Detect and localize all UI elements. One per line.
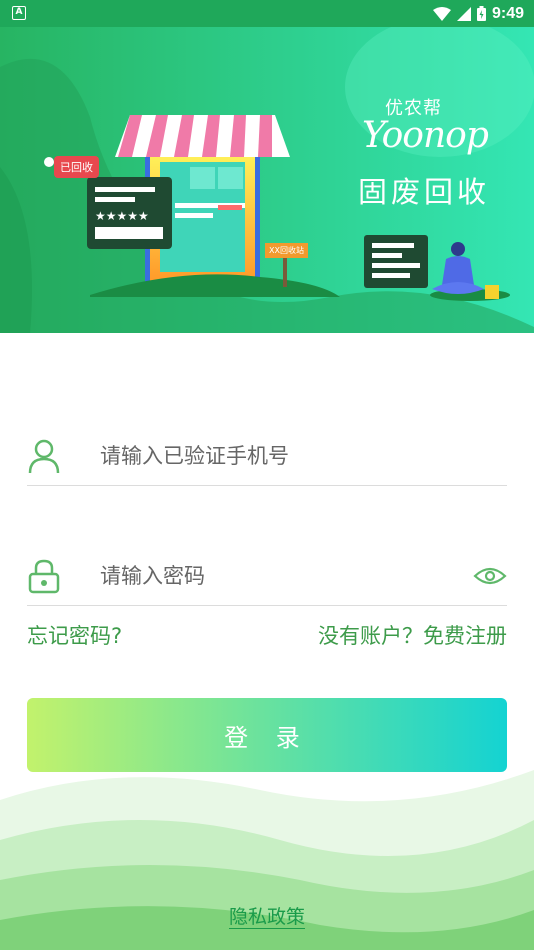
- privacy-policy-link[interactable]: 隐私政策: [228, 906, 305, 929]
- wifi-icon: [432, 6, 451, 21]
- user-icon: [28, 439, 60, 474]
- eye-icon[interactable]: [473, 566, 507, 586]
- phone-field: [27, 426, 507, 486]
- recycled-tag: 已回收: [54, 156, 99, 178]
- battery-icon: [476, 6, 486, 21]
- login-button[interactable]: 登 录: [27, 698, 507, 772]
- lock-icon: [28, 559, 60, 594]
- station-sign: XX回收站: [265, 243, 308, 258]
- privacy-policy: 隐私政策: [0, 902, 534, 929]
- phone-input[interactable]: [100, 436, 460, 476]
- status-bar: A 9:49: [0, 0, 534, 27]
- status-time: 9:49: [491, 4, 524, 22]
- hero-banner: ★★★★★ 优农帮 Yoonop 固废回收 已回收 XX回收站: [0, 27, 534, 333]
- signal-icon: [456, 6, 471, 21]
- brand-name-en: Yoonop: [362, 115, 489, 156]
- forgot-password-link[interactable]: 忘记密码?: [27, 620, 122, 650]
- register-link[interactable]: 没有账户？免费注册: [318, 620, 507, 650]
- password-input[interactable]: [100, 556, 460, 596]
- svg-text:★★★★★: ★★★★★: [95, 209, 149, 223]
- notification-icon: A: [12, 6, 26, 20]
- brand-slogan: 固废回收: [358, 175, 491, 209]
- password-field: [27, 546, 507, 606]
